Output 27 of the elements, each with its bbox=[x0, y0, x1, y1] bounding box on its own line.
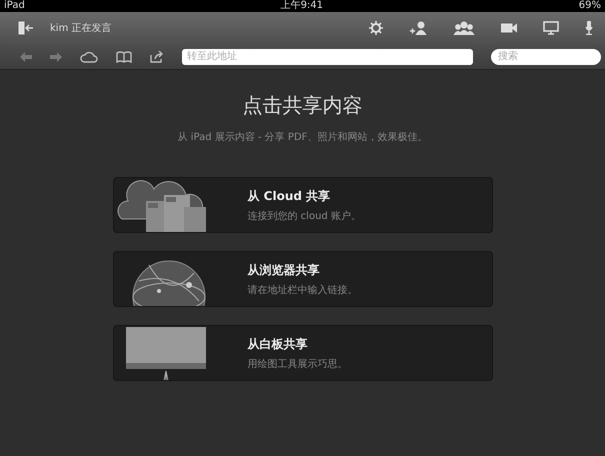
option-description: 连接到您的 cloud 账户。 bbox=[248, 210, 361, 224]
share-icon[interactable] bbox=[150, 50, 164, 62]
settings-icon[interactable] bbox=[369, 21, 383, 35]
share-option-card[interactable]: 从 Cloud 共享 连接到您的 cloud 账户。 bbox=[112, 177, 492, 233]
device-name: iPad bbox=[4, 0, 25, 12]
battery-percent: 69% bbox=[578, 0, 601, 12]
people-icon[interactable] bbox=[453, 21, 475, 35]
share-option-card[interactable]: 从浏览器共享 请在地址栏中输入链接。 bbox=[112, 251, 492, 307]
option-title: 从 Cloud 共享 bbox=[248, 188, 332, 204]
monitor-icon[interactable] bbox=[543, 21, 559, 35]
option-title: 从白板共享 bbox=[248, 336, 308, 352]
speaker-status: kim 正在发言 bbox=[50, 22, 112, 36]
option-title: 从浏览器共享 bbox=[248, 262, 320, 278]
cloud-icon[interactable] bbox=[80, 50, 98, 62]
exit-icon[interactable] bbox=[18, 21, 34, 35]
page-subtitle: 从 iPad 展示内容 - 分享 PDF、照片和网站，效果极佳。 bbox=[178, 130, 428, 145]
book-icon[interactable] bbox=[116, 50, 132, 62]
add-person-icon[interactable] bbox=[409, 21, 427, 35]
video-camera-icon[interactable] bbox=[501, 22, 517, 34]
status-time: 上午9:41 bbox=[280, 0, 324, 12]
share-option-card[interactable]: 从白板共享 用绘图工具展示巧思。 bbox=[112, 325, 492, 381]
microphone-icon[interactable] bbox=[585, 21, 593, 35]
option-description: 请在地址栏中输入链接。 bbox=[248, 284, 358, 298]
page-title: 点击共享内容 bbox=[242, 92, 362, 119]
option-description: 用绘图工具展示巧思。 bbox=[248, 358, 348, 372]
search-field[interactable]: 搜索 bbox=[491, 48, 601, 64]
address-field[interactable]: 转至此地址 bbox=[182, 48, 473, 64]
